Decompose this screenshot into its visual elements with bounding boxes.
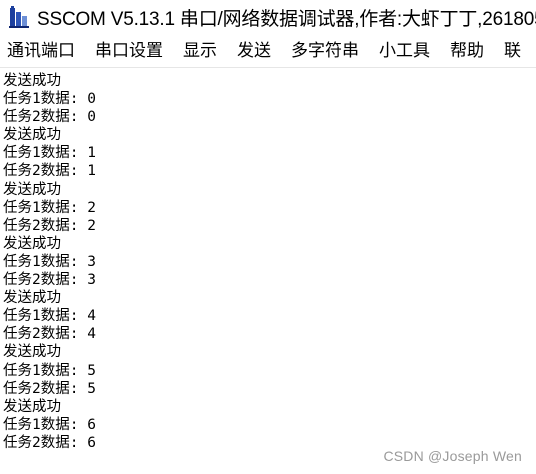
log-line: 任务1数据: 2 <box>3 199 96 216</box>
sscom-window: SSCOM V5.13.1 串口/网络数据调试器,作者:大虾丁丁,2618058… <box>0 0 536 474</box>
title-bar[interactable]: SSCOM V5.13.1 串口/网络数据调试器,作者:大虾丁丁,2618058 <box>0 0 536 34</box>
log-line: 任务1数据: 0 <box>3 91 96 108</box>
log-line: 任务1数据: 4 <box>3 308 96 325</box>
sscom-app-icon[interactable] <box>9 5 31 29</box>
log-line: 发送成功 <box>3 127 61 144</box>
log-line: 发送成功 <box>3 398 61 415</box>
menu-display[interactable]: 显示 <box>173 36 227 66</box>
log-line: 发送成功 <box>3 181 61 198</box>
receive-log[interactable]: 发送成功 任务1数据: 0 任务2数据: 0 发送成功 任务1数据: 1 任务2… <box>3 72 533 472</box>
log-line: 发送成功 <box>3 73 61 89</box>
log-line: 任务2数据: 3 <box>3 272 96 289</box>
menu-tools[interactable]: 小工具 <box>369 36 440 66</box>
menu-divider <box>0 67 536 68</box>
menu-serial-settings[interactable]: 串口设置 <box>85 36 173 66</box>
menu-send[interactable]: 发送 <box>227 36 281 66</box>
log-line: 任务2数据: 0 <box>3 109 96 126</box>
window-title: SSCOM V5.13.1 串口/网络数据调试器,作者:大虾丁丁,2618058 <box>37 8 536 30</box>
log-line: 发送成功 <box>3 290 61 307</box>
csdn-watermark: CSDN @Joseph Wen <box>383 448 522 464</box>
log-line: 任务1数据: 3 <box>3 253 96 270</box>
menu-contact[interactable]: 联 <box>494 36 521 66</box>
menu-help[interactable]: 帮助 <box>440 36 494 66</box>
menu-comm-port[interactable]: 通讯端口 <box>0 36 85 66</box>
log-line: 发送成功 <box>3 344 61 361</box>
log-line: 任务1数据: 1 <box>3 145 96 162</box>
log-line: 任务1数据: 5 <box>3 362 96 379</box>
log-line: 任务1数据: 6 <box>3 416 96 433</box>
menu-bar: 通讯端口 串口设置 显示 发送 多字符串 小工具 帮助 联 <box>0 36 536 66</box>
log-line: 任务2数据: 5 <box>3 380 96 397</box>
log-line: 任务2数据: 1 <box>3 163 96 180</box>
log-line: 发送成功 <box>3 235 61 252</box>
menu-multi-string[interactable]: 多字符串 <box>281 36 369 66</box>
log-line: 任务2数据: 2 <box>3 217 96 234</box>
log-line: 任务2数据: 4 <box>3 326 96 343</box>
